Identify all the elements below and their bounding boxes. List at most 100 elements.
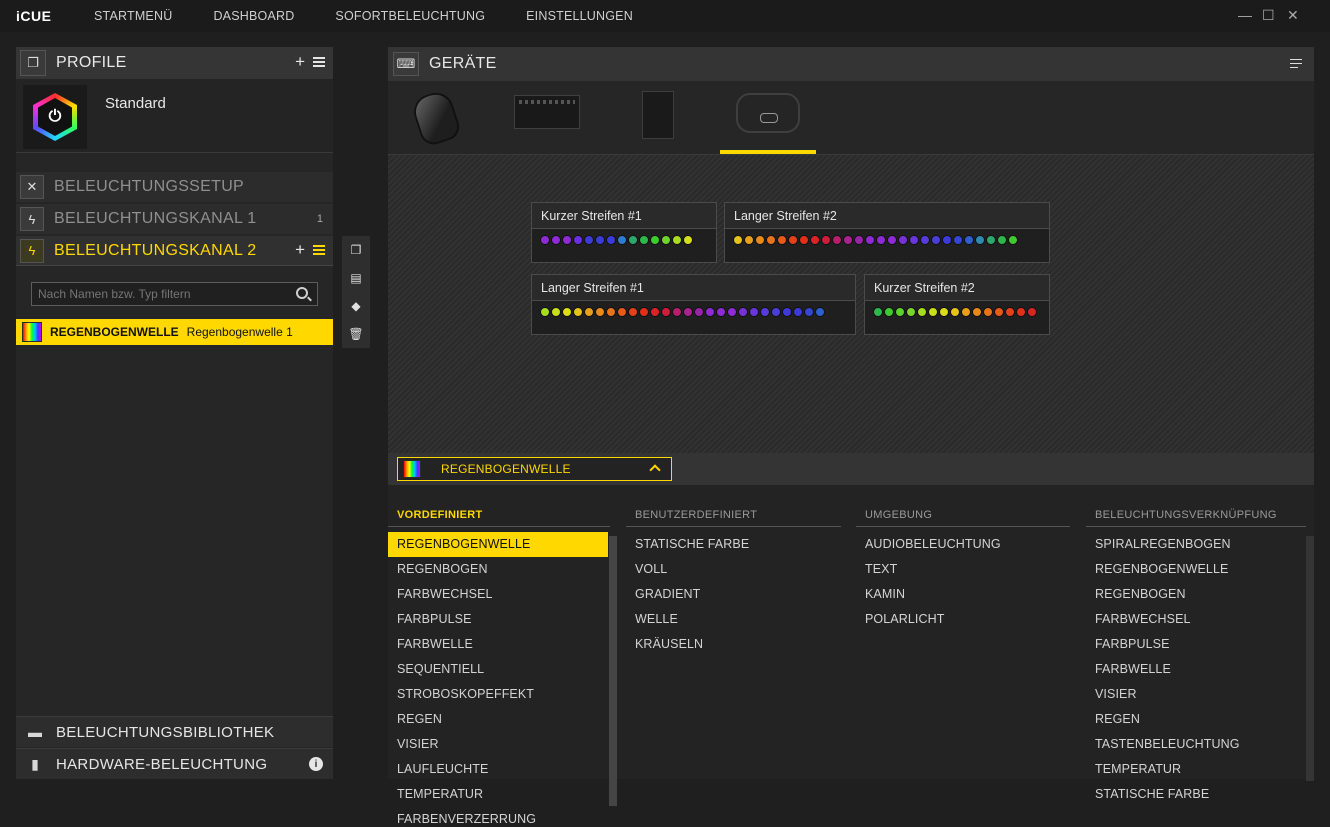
- effect-option[interactable]: FARBPULSE: [388, 607, 608, 632]
- profile-item[interactable]: ⏻ Standard: [16, 79, 333, 153]
- effect-option[interactable]: KRÄUSELN: [626, 632, 836, 657]
- device-bar: [388, 81, 1314, 155]
- led-dot: [895, 307, 905, 317]
- effect-option[interactable]: AUDIOBELEUCHTUNG: [856, 532, 1066, 557]
- trash-icon[interactable]: 🗑: [348, 327, 363, 341]
- sort-icon[interactable]: [1290, 59, 1302, 68]
- folder-icon: ▬: [28, 724, 42, 740]
- effect-option[interactable]: REGENBOGENWELLE: [1086, 557, 1296, 582]
- strip-title: Kurzer Streifen #2: [865, 275, 1049, 301]
- lighting-node-core-icon[interactable]: [514, 95, 580, 129]
- led-dot: [650, 235, 660, 245]
- commander-core-icon[interactable]: [642, 91, 674, 139]
- column-head: BELEUCHTUNGSVERKNÜPFUNG: [1095, 509, 1277, 521]
- memory-card-icon: ▮: [31, 755, 39, 772]
- selected-device-indicator: [720, 150, 816, 154]
- row-beleuchtungskanal-1[interactable]: ϟ BELEUCHTUNGSKANAL 1 1: [16, 204, 333, 234]
- info-icon[interactable]: i: [309, 757, 323, 771]
- effect-option[interactable]: REGENBOGEN: [388, 557, 608, 582]
- effect-option[interactable]: SPIRALREGENBOGEN: [1086, 532, 1296, 557]
- rainbow-swatch-icon: [22, 322, 42, 342]
- minimize-icon[interactable]: —: [1238, 8, 1252, 22]
- led-dot: [843, 235, 853, 245]
- move-icon[interactable]: ◆: [351, 299, 360, 313]
- catalog-scrollbar[interactable]: [609, 536, 617, 806]
- strip-kurzer-streifen-2[interactable]: Kurzer Streifen #2: [864, 274, 1050, 335]
- led-row: [540, 235, 693, 245]
- nav-sofortbeleuchtung[interactable]: SOFORTBELEUCHTUNG: [335, 9, 485, 23]
- hardware-beleuchtung-button[interactable]: ▮ HARDWARE-BELEUCHTUNG i: [16, 748, 333, 779]
- led-dot: [873, 307, 883, 317]
- tools-icon: ✕: [20, 175, 44, 199]
- effect-option[interactable]: POLARLICHT: [856, 607, 1066, 632]
- effect-option[interactable]: VISIER: [1086, 682, 1296, 707]
- effect-option[interactable]: FARBWECHSEL: [388, 582, 608, 607]
- effect-option[interactable]: LAUFLEUCHTE: [388, 757, 608, 782]
- effect-list-item[interactable]: REGENBOGENWELLE Regenbogenwelle 1: [16, 319, 333, 345]
- beleuchtungsbibliothek-button[interactable]: ▬ BELEUCHTUNGSBIBLIOTHEK: [16, 716, 333, 747]
- nav-startmenu[interactable]: STARTMENÜ: [94, 9, 172, 23]
- effect-type-select[interactable]: REGENBOGENWELLE: [397, 457, 672, 481]
- effect-option[interactable]: REGENBOGENWELLE: [388, 532, 608, 557]
- effect-option[interactable]: GRADIENT: [626, 582, 836, 607]
- nav-einstellungen[interactable]: EINSTELLUNGEN: [526, 9, 633, 23]
- catalog-right-scrollbar[interactable]: [1306, 536, 1314, 781]
- maximize-icon[interactable]: ☐: [1262, 8, 1275, 22]
- mouse-device-icon[interactable]: [409, 88, 463, 148]
- effect-option[interactable]: FARBWELLE: [388, 632, 608, 657]
- effect-option[interactable]: REGENBOGEN: [1086, 582, 1296, 607]
- effect-option[interactable]: STATISCHE FARBE: [626, 532, 836, 557]
- led-dot: [738, 307, 748, 317]
- search-icon[interactable]: [296, 287, 308, 299]
- led-dot: [639, 307, 649, 317]
- effect-option[interactable]: TEMPERATUR: [388, 782, 608, 807]
- row-beleuchtungskanal-2[interactable]: ϟ BELEUCHTUNGSKANAL 2 +: [16, 236, 333, 266]
- led-dot: [766, 235, 776, 245]
- lighting-node-pro-icon[interactable]: [736, 93, 800, 133]
- add-effect-icon[interactable]: +: [295, 241, 305, 259]
- filter-input[interactable]: [31, 282, 318, 306]
- profile-menu-icon[interactable]: [313, 57, 325, 67]
- led-dot: [562, 235, 572, 245]
- effect-option[interactable]: TASTENBELEUCHTUNG: [1086, 732, 1296, 757]
- led-dot: [865, 235, 875, 245]
- effect-option[interactable]: FARBPULSE: [1086, 632, 1296, 657]
- effect-option[interactable]: WELLE: [626, 607, 836, 632]
- strip-langer-streifen-2[interactable]: Langer Streifen #2: [724, 202, 1050, 263]
- nav-dashboard[interactable]: DASHBOARD: [213, 9, 294, 23]
- row-beleuchtungssetup[interactable]: ✕ BELEUCHTUNGSSETUP: [16, 172, 333, 202]
- effect-option[interactable]: VOLL: [626, 557, 836, 582]
- add-profile-icon[interactable]: +: [295, 53, 305, 71]
- copy-icon[interactable]: ❐: [351, 243, 362, 257]
- led-dot: [661, 307, 671, 317]
- effect-option[interactable]: STATISCHE FARBE: [1086, 782, 1296, 807]
- led-dot: [562, 307, 572, 317]
- led-row: [733, 235, 1018, 245]
- led-layout-stage: Kurzer Streifen #1 Langer Streifen #2 La…: [388, 155, 1314, 453]
- power-icon: ⏻: [38, 98, 72, 136]
- led-dot: [551, 307, 561, 317]
- strip-langer-streifen-1[interactable]: Langer Streifen #1: [531, 274, 856, 335]
- column-head: VORDEFINIERT: [397, 509, 483, 521]
- effect-option[interactable]: TEMPERATUR: [1086, 757, 1296, 782]
- right-area: ⌨ GERÄTE Kurzer Streifen #1 Langer Strei…: [388, 47, 1314, 826]
- effect-option[interactable]: REGEN: [1086, 707, 1296, 732]
- strip-kurzer-streifen-1[interactable]: Kurzer Streifen #1: [531, 202, 717, 263]
- effect-option[interactable]: VISIER: [388, 732, 608, 757]
- led-dot: [551, 235, 561, 245]
- effect-option[interactable]: TEXT: [856, 557, 1066, 582]
- paste-icon[interactable]: ▤: [350, 271, 361, 285]
- effect-option[interactable]: REGEN: [388, 707, 608, 732]
- led-dot: [917, 307, 927, 317]
- effect-option[interactable]: FARBWECHSEL: [1086, 607, 1296, 632]
- effect-option[interactable]: FARBENVERZERRUNG: [388, 807, 608, 827]
- effect-option[interactable]: SEQUENTIELL: [388, 657, 608, 682]
- effect-option[interactable]: STROBOSKOPEFFEKT: [388, 682, 608, 707]
- strip-title: Langer Streifen #1: [532, 275, 855, 301]
- effect-option[interactable]: FARBWELLE: [1086, 657, 1296, 682]
- close-icon[interactable]: ✕: [1287, 8, 1299, 22]
- led-dot: [832, 235, 842, 245]
- effect-option[interactable]: KAMIN: [856, 582, 1066, 607]
- channel-menu-icon[interactable]: [313, 245, 325, 255]
- left-panel: ❐ PROFILE + ⏻ Standard ✕ BELEUCHTUNGSSET…: [16, 47, 333, 779]
